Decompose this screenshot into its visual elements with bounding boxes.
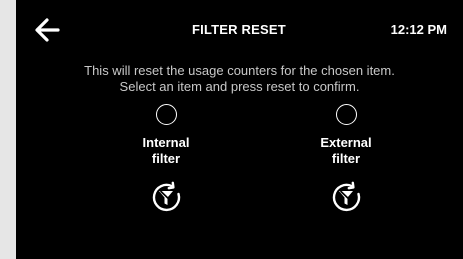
page-title: FILTER RESET [192,22,286,37]
external-filter-label-line-2: filter [331,151,361,166]
screen: FILTER RESET 12:12 PM This will reset th… [16,0,463,259]
internal-filter-reset-button[interactable] [148,179,184,215]
option-internal-filter[interactable]: Internal filter [106,104,226,215]
back-button[interactable] [32,15,62,45]
external-filter-label: External filter [286,135,406,167]
option-external-filter[interactable]: External filter [286,104,406,215]
instructions: This will reset the usage counters for t… [16,63,463,95]
internal-filter-radio[interactable] [155,104,177,125]
external-filter-label-line-1: External [320,135,372,150]
external-filter-radio[interactable] [335,104,357,125]
internal-filter-label-line-2: filter [151,151,181,166]
instructions-line-2: Select an item and press reset to confir… [119,79,360,94]
filter-reset-icon [332,181,361,212]
filter-reset-icon [152,181,181,212]
internal-filter-label-line-1: Internal [142,135,190,150]
internal-filter-label: Internal filter [106,135,226,167]
arrow-left-icon [35,18,60,42]
device-bezel: FILTER RESET 12:12 PM This will reset th… [0,0,463,259]
instructions-line-1: This will reset the usage counters for t… [84,63,395,78]
external-filter-reset-button[interactable] [328,179,364,215]
clock: 12:12 PM [390,22,447,37]
